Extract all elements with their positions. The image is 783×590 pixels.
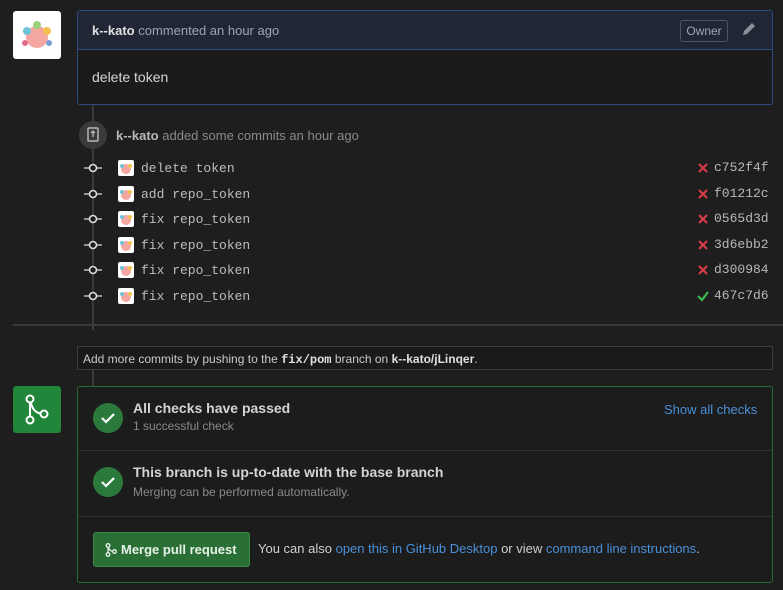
commit-author-avatar[interactable]: [118, 237, 134, 253]
commit-sha[interactable]: 0565d3d: [714, 211, 769, 226]
timeline-separator: [13, 324, 783, 326]
commit-message[interactable]: fix repo_token: [141, 238, 250, 253]
commit-icon: [84, 161, 102, 175]
push-hint-suffix: .: [474, 352, 478, 366]
push-hint-middle: branch on: [331, 352, 392, 366]
comment-timestamp[interactable]: commented an hour ago: [138, 23, 279, 38]
commits-author[interactable]: k--kato: [116, 128, 159, 143]
commit-icon: [84, 187, 102, 201]
comment-header: k--kato commented an hour ago Owner: [78, 11, 772, 50]
x-icon[interactable]: [696, 187, 710, 201]
commit-icon: [84, 289, 102, 303]
timeline-line-lower: [92, 368, 94, 386]
git-merge-icon: [13, 386, 61, 433]
owner-badge: Owner: [680, 20, 728, 42]
checks-title: All checks have passed: [133, 400, 291, 416]
commit-sha[interactable]: f01212c: [714, 186, 769, 201]
repo-push-icon: [79, 121, 107, 149]
commit-author-avatar[interactable]: [118, 288, 134, 304]
command-line-instructions-link[interactable]: command line instructions: [546, 541, 696, 556]
merge-text-prefix: You can also: [258, 541, 336, 556]
commit-row: fix repo_token d300984: [84, 261, 774, 283]
commits-heading: k--kato added some commits an hour ago: [116, 128, 359, 143]
commit-row: fix repo_token 3d6ebb2: [84, 236, 774, 258]
comment-body: delete token: [92, 69, 169, 85]
branch-status-section: This branch is up-to-date with the base …: [78, 451, 772, 517]
branch-status-subtitle: Merging can be performed automatically.: [133, 485, 350, 499]
show-all-checks-link[interactable]: Show all checks: [664, 402, 757, 417]
commit-sha[interactable]: 3d6ebb2: [714, 237, 769, 252]
merge-button-label: Merge pull request: [121, 542, 237, 557]
branch-name: fix/pom: [281, 353, 332, 367]
open-in-desktop-link[interactable]: open this in GitHub Desktop: [336, 541, 498, 556]
branch-status-title: This branch is up-to-date with the base …: [133, 464, 444, 480]
merge-status-box: All checks have passed 1 successful chec…: [77, 386, 773, 583]
commit-message[interactable]: fix repo_token: [141, 212, 250, 227]
commit-author-avatar[interactable]: [118, 262, 134, 278]
commits-summary: added some commits an hour ago: [162, 128, 359, 143]
commit-sha[interactable]: c752f4f: [714, 160, 769, 175]
merge-text-suffix: .: [696, 541, 700, 556]
push-hint-bar: Add more commits by pushing to the fix/p…: [77, 346, 773, 370]
commit-row: add repo_token f01212c: [84, 185, 774, 207]
commit-row: fix repo_token 467c7d6: [84, 287, 774, 309]
commit-message[interactable]: delete token: [141, 161, 235, 176]
push-hint-prefix: Add more commits by pushing to the: [83, 352, 282, 366]
commit-author-avatar[interactable]: [118, 186, 134, 202]
check-circle-icon: [93, 403, 123, 433]
commit-row: fix repo_token 0565d3d: [84, 210, 774, 232]
checks-subtitle: 1 successful check: [133, 419, 234, 433]
commit-icon: [84, 263, 102, 277]
commit-row: delete token c752f4f: [84, 159, 774, 181]
check-circle-icon: [93, 467, 123, 497]
x-icon[interactable]: [696, 238, 710, 252]
repo-name: k--kato/jLinqer: [391, 352, 475, 366]
commit-author-avatar[interactable]: [118, 211, 134, 227]
merge-pull-request-button[interactable]: Merge pull request: [93, 532, 250, 567]
commit-message[interactable]: add repo_token: [141, 187, 250, 202]
commit-message[interactable]: fix repo_token: [141, 289, 250, 304]
x-icon[interactable]: [696, 161, 710, 175]
comment-author-name[interactable]: k--kato: [92, 23, 135, 38]
checks-section: All checks have passed 1 successful chec…: [78, 387, 772, 451]
x-icon[interactable]: [696, 263, 710, 277]
comment-box: k--kato commented an hour ago Owner dele…: [77, 10, 773, 105]
commit-icon: [84, 238, 102, 252]
commit-icon: [84, 212, 102, 226]
merge-alternatives-text: You can also open this in GitHub Desktop…: [258, 541, 700, 556]
x-icon[interactable]: [696, 212, 710, 226]
commit-sha[interactable]: d300984: [714, 262, 769, 277]
commit-sha[interactable]: 467c7d6: [714, 288, 769, 303]
commit-message[interactable]: fix repo_token: [141, 263, 250, 278]
commit-author-avatar[interactable]: [118, 160, 134, 176]
check-icon[interactable]: [696, 289, 710, 303]
git-merge-icon: [105, 543, 117, 557]
comment-author[interactable]: k--kato commented an hour ago: [92, 23, 279, 38]
pencil-icon[interactable]: [741, 21, 757, 37]
avatar[interactable]: [13, 11, 61, 59]
merge-text-middle: or view: [497, 541, 546, 556]
